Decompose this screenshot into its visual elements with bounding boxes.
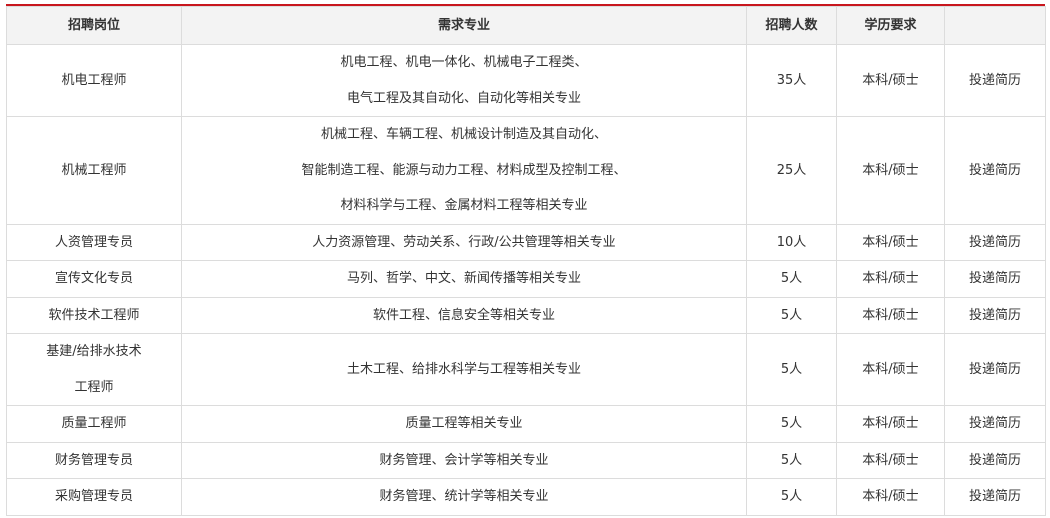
majors-line: 智能制造工程、能源与动力工程、材料成型及控制工程、 [301, 162, 627, 178]
cell-education: 本科/硕士 [836, 405, 945, 443]
majors-line: 马列、哲学、中文、新闻传播等相关专业 [346, 271, 581, 286]
cell-majors: 质量工程等相关专业 [181, 405, 747, 443]
majors-line: 机械工程、车辆工程、机械设计制造及其自动化、 [320, 127, 607, 142]
table-row: 质量工程师 质量工程等相关专业 5人 本科/硕士 投递简历 [6, 405, 1046, 443]
table-header: 招聘岗位 需求专业 招聘人数 学历要求 [6, 6, 1046, 45]
table-row: 财务管理专员 财务管理、会计学等相关专业 5人 本科/硕士 投递简历 [6, 441, 1046, 479]
cell-position: 机电工程师 [6, 44, 182, 117]
table-header-row: 招聘岗位 需求专业 招聘人数 学历要求 [6, 6, 1046, 45]
majors-line: 财务管理、会计学等相关专业 [379, 452, 549, 468]
cell-education: 本科/硕士 [836, 296, 945, 334]
cell-count: 35人 [746, 44, 837, 117]
submit-resume-link[interactable]: 投递简历 [969, 489, 1021, 504]
cell-count: 5人 [746, 478, 837, 516]
cell-action: 投递简历 [944, 478, 1046, 516]
cell-count: 5人 [746, 260, 837, 298]
cell-education: 本科/硕士 [836, 333, 945, 406]
cell-count: 5人 [746, 441, 837, 479]
submit-resume-link[interactable]: 投递简历 [969, 416, 1021, 431]
submit-resume-link[interactable]: 投递简历 [969, 235, 1021, 250]
cell-majors: 软件工程、信息安全等相关专业 [181, 296, 747, 334]
top-accent-rule [6, 4, 1045, 6]
position-line: 软件技术工程师 [48, 307, 140, 323]
cell-education: 本科/硕士 [836, 441, 945, 479]
cell-action: 投递简历 [944, 333, 1046, 406]
cell-education: 本科/硕士 [836, 478, 945, 516]
header-count: 招聘人数 [746, 6, 837, 45]
submit-resume-link[interactable]: 投递简历 [969, 453, 1021, 468]
header-position: 招聘岗位 [6, 6, 182, 45]
table-row: 机械工程师 机械工程、车辆工程、机械设计制造及其自动化、智能制造工程、能源与动力工… [6, 116, 1046, 225]
position-line: 宣传文化专员 [54, 271, 133, 286]
cell-position: 财务管理专员 [6, 441, 182, 479]
cell-majors: 机械工程、车辆工程、机械设计制造及其自动化、智能制造工程、能源与动力工程、材料成… [181, 116, 747, 225]
majors-line: 人力资源管理、劳动关系、行政/公共管理等相关专业 [312, 234, 616, 250]
submit-resume-link[interactable]: 投递简历 [969, 362, 1021, 377]
table-row: 基建/给排水技术 工程师 土木工程、给排水科学与工程等相关专业 5人 本科/硕士 投递简历 [6, 333, 1046, 406]
majors-line: 机电工程、机电一体化、机械电子工程类、 [340, 55, 588, 70]
position-line: 机电工程师 [61, 72, 127, 88]
position-line: 基建/给排水技术 [46, 344, 142, 359]
cell-count: 5人 [746, 296, 837, 334]
cell-count: 5人 [746, 405, 837, 443]
position-line: 质量工程师 [61, 416, 127, 431]
cell-majors: 机电工程、机电一体化、机械电子工程类、 电气工程及其自动化、自动化等相关专业 [181, 44, 747, 117]
cell-education: 本科/硕士 [836, 116, 945, 225]
cell-position: 人资管理专员 [6, 223, 182, 261]
table-row: 采购管理专员 财务管理、统计学等相关专业 5人 本科/硕士 投递简历 [6, 478, 1046, 516]
cell-majors: 土木工程、给排水科学与工程等相关专业 [181, 333, 747, 406]
cell-action: 投递简历 [944, 441, 1046, 479]
cell-position: 采购管理专员 [6, 478, 182, 516]
table-row: 机电工程师 机电工程、机电一体化、机械电子工程类、 电气工程及其自动化、自动化等相关… [6, 44, 1046, 117]
cell-action: 投递简历 [944, 405, 1046, 443]
majors-line: 财务管理、统计学等相关专业 [379, 489, 549, 504]
cell-count: 10人 [746, 223, 837, 261]
header-education: 学历要求 [836, 6, 945, 45]
cell-count: 25人 [746, 116, 837, 225]
position-line: 工程师 [74, 379, 114, 395]
table-row: 软件技术工程师 软件工程、信息安全等相关专业 5人 本科/硕士 投递简历 [6, 296, 1046, 334]
cell-majors: 财务管理、会计学等相关专业 [181, 441, 747, 479]
submit-resume-link[interactable]: 投递简历 [969, 73, 1021, 88]
cell-education: 本科/硕士 [836, 260, 945, 298]
position-line: 采购管理专员 [54, 489, 133, 504]
majors-line: 质量工程等相关专业 [405, 416, 523, 431]
position-line: 财务管理专员 [54, 452, 133, 468]
cell-education: 本科/硕士 [836, 223, 945, 261]
recruitment-table-container: 招聘岗位 需求专业 招聘人数 学历要求 机电工程师 机电工程、机电一体化、机械电子… [0, 0, 1050, 518]
cell-action: 投递简历 [944, 260, 1046, 298]
majors-line: 软件工程、信息安全等相关专业 [372, 307, 555, 323]
cell-position: 基建/给排水技术 工程师 [6, 333, 182, 406]
cell-action: 投递简历 [944, 44, 1046, 117]
cell-action: 投递简历 [944, 296, 1046, 334]
submit-resume-link[interactable]: 投递简历 [969, 308, 1021, 323]
table-row: 人资管理专员 人力资源管理、劳动关系、行政/公共管理等相关专业 10人 本科/硕士 投递… [6, 223, 1046, 261]
position-line: 人资管理专员 [54, 234, 133, 250]
majors-line: 电气工程及其自动化、自动化等相关专业 [346, 90, 581, 106]
header-majors: 需求专业 [181, 6, 747, 45]
table-row: 宣传文化专员 马列、哲学、中文、新闻传播等相关专业 5人 本科/硕士 投递简历 [6, 260, 1046, 298]
cell-majors: 马列、哲学、中文、新闻传播等相关专业 [181, 260, 747, 298]
majors-line: 土木工程、给排水科学与工程等相关专业 [346, 361, 581, 377]
cell-majors: 财务管理、统计学等相关专业 [181, 478, 747, 516]
position-line: 机械工程师 [61, 162, 127, 178]
cell-position: 机械工程师 [6, 116, 182, 225]
recruitment-table: 招聘岗位 需求专业 招聘人数 学历要求 机电工程师 机电工程、机电一体化、机械电子… [6, 6, 1046, 516]
cell-action: 投递简历 [944, 223, 1046, 261]
cell-education: 本科/硕士 [836, 44, 945, 117]
submit-resume-link[interactable]: 投递简历 [969, 163, 1021, 178]
cell-majors: 人力资源管理、劳动关系、行政/公共管理等相关专业 [181, 223, 747, 261]
majors-line: 材料科学与工程、金属材料工程等相关专业 [340, 198, 588, 213]
cell-position: 质量工程师 [6, 405, 182, 443]
submit-resume-link[interactable]: 投递简历 [969, 271, 1021, 286]
table-body: 机电工程师 机电工程、机电一体化、机械电子工程类、 电气工程及其自动化、自动化等相关… [6, 44, 1046, 516]
header-action [944, 6, 1046, 45]
cell-action: 投递简历 [944, 116, 1046, 225]
cell-position: 宣传文化专员 [6, 260, 182, 298]
cell-position: 软件技术工程师 [6, 296, 182, 334]
cell-count: 5人 [746, 333, 837, 406]
